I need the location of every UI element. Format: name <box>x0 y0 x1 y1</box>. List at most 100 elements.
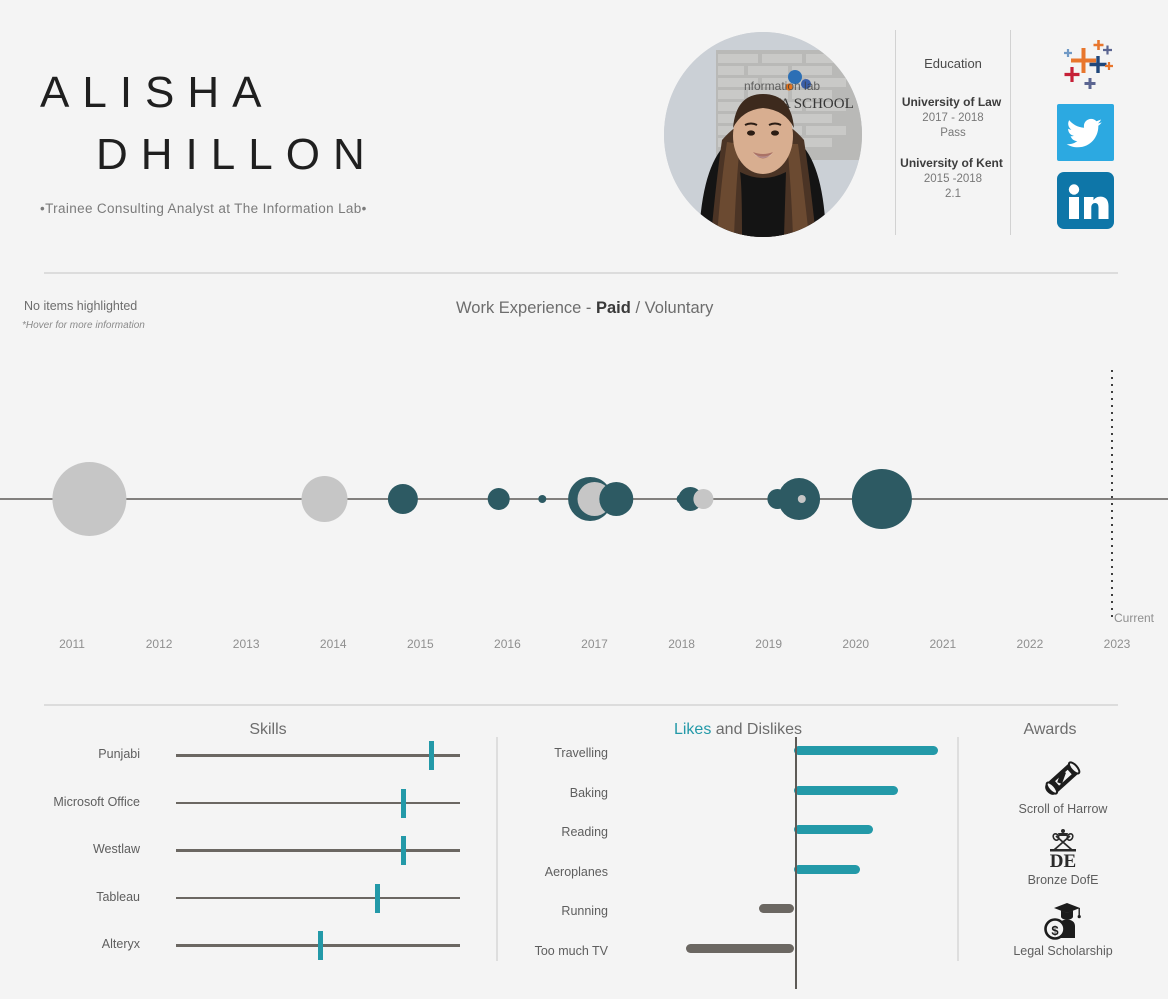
skill-value-marker[interactable] <box>375 883 381 913</box>
year-tick-label: 2017 <box>581 637 608 651</box>
last-name: DHILLON <box>96 130 378 180</box>
timeline-bubble[interactable] <box>693 489 714 509</box>
timeline-bubble[interactable] <box>599 482 634 516</box>
skill-value-marker[interactable] <box>429 741 435 770</box>
year-tick-label: 2020 <box>842 637 870 651</box>
award-item[interactable]: $ Legal Scholarship <box>958 897 1168 958</box>
timeline-bubble[interactable] <box>538 495 547 503</box>
education-title: Education <box>924 56 982 71</box>
dofe-icon: DE <box>1050 829 1076 872</box>
like-bar[interactable] <box>794 825 874 834</box>
header: ALISHA DHILLON •Trainee Consulting Analy… <box>0 0 1168 265</box>
portrait-image: nformation lab DATA SCHOOL <box>664 32 862 237</box>
education-panel: Education University of Law 2017 - 2018 … <box>896 56 1010 217</box>
award-label: Legal Scholarship <box>1013 944 1113 958</box>
job-tagline: •Trainee Consulting Analyst at The Infor… <box>40 200 367 216</box>
education-years: 2017 - 2018 <box>922 112 984 124</box>
education-school: University of Kent <box>900 156 1003 170</box>
like-bar[interactable] <box>794 785 898 795</box>
year-tick-label: 2019 <box>755 637 782 651</box>
like-row[interactable]: Travelling <box>500 737 957 777</box>
like-label: Aeroplanes <box>544 864 608 879</box>
skill-value-marker[interactable] <box>400 788 406 818</box>
timeline-bubble[interactable] <box>487 488 510 510</box>
awards-title: Awards <box>1023 721 1077 738</box>
skill-row[interactable]: Alteryx <box>0 927 470 974</box>
skills-chart[interactable]: Punjabi Microsoft Office Westlaw Tableau Alt… <box>0 737 496 999</box>
profile-photo: nformation lab DATA SCHOOL <box>664 32 862 237</box>
year-tick-label: 2012 <box>145 637 173 651</box>
education-grade: 2.1 <box>945 188 961 200</box>
scroll-icon <box>1045 761 1081 795</box>
education-years: 2015 -2018 <box>923 173 983 185</box>
skill-track <box>176 896 460 899</box>
award-item[interactable]: DE Bronze DofE <box>958 826 1168 887</box>
likes-zero-axis <box>795 737 797 989</box>
like-bar[interactable] <box>794 864 861 874</box>
current-label: Current <box>1114 611 1155 625</box>
name-block: ALISHA DHILLON •Trainee Consulting Analy… <box>38 62 658 216</box>
year-tick-label: 2011 <box>59 637 85 651</box>
tableau-icon[interactable] <box>1057 36 1114 93</box>
timeline-bubble[interactable] <box>851 469 912 529</box>
svg-text:$: $ <box>1051 923 1059 938</box>
svg-text:nformation lab: nformation lab <box>744 79 820 93</box>
twitter-bird-glyph <box>1066 118 1102 148</box>
like-label: Baking <box>569 785 608 800</box>
education-entry: University of Kent 2015 -2018 2.1 <box>896 156 1010 200</box>
timeline-bubble[interactable] <box>797 495 806 503</box>
skill-row[interactable]: Tableau <box>0 880 470 927</box>
divider-bottom <box>44 704 1118 706</box>
linkedin-glyph <box>1068 184 1109 219</box>
like-label: Running <box>561 904 608 918</box>
award-label: Scroll of Harrow <box>1018 802 1108 816</box>
skill-track <box>176 849 460 852</box>
skill-track <box>176 754 460 757</box>
hover-hint: *Hover for more information <box>22 320 145 331</box>
skill-row[interactable]: Westlaw <box>0 832 470 879</box>
dislikes-word: and Dislikes <box>711 721 803 738</box>
social-links <box>1057 36 1117 240</box>
year-tick-label: 2015 <box>406 637 434 651</box>
like-row[interactable]: Reading <box>500 816 957 856</box>
likes-word[interactable]: Likes <box>674 721 711 738</box>
like-row[interactable]: Too much TV <box>500 935 957 975</box>
skill-value-marker[interactable] <box>400 836 406 865</box>
scholarship-icon: $ <box>1044 903 1081 940</box>
likes-dislikes-chart[interactable]: Travelling Baking Reading Aeroplanes Running… <box>500 737 957 999</box>
awards-list: Scroll of Harrow DE Bronze DofE $ Legal … <box>958 755 1168 999</box>
work-title-voluntary[interactable]: Voluntary <box>645 299 714 317</box>
timeline-chart[interactable] <box>0 355 1168 655</box>
like-label: Reading <box>561 825 608 839</box>
education-divider-right <box>1010 30 1011 235</box>
svg-text:DE: DE <box>1050 851 1076 872</box>
like-bar[interactable] <box>794 746 938 755</box>
work-title-prefix: Work Experience - <box>456 299 596 317</box>
skill-value-marker[interactable] <box>318 931 324 960</box>
like-row[interactable]: Aeroplanes <box>500 856 957 896</box>
dislike-bar[interactable] <box>759 904 794 913</box>
twitter-icon[interactable] <box>1057 104 1114 161</box>
linkedin-icon[interactable] <box>1057 172 1114 229</box>
education-school: University of Law <box>901 95 1002 109</box>
skill-track <box>176 801 460 804</box>
like-row[interactable]: Running <box>500 895 957 935</box>
work-experience-timeline[interactable] <box>0 355 1168 655</box>
work-title-sep: / <box>630 299 645 317</box>
first-name: ALISHA <box>40 68 275 117</box>
timeline-bubble[interactable] <box>301 476 348 522</box>
award-item[interactable]: Scroll of Harrow <box>958 755 1168 816</box>
timeline-bubble[interactable] <box>387 484 418 514</box>
work-title-paid[interactable]: Paid <box>596 299 631 317</box>
year-tick-label: 2022 <box>1016 637 1044 651</box>
year-tick-label: 2018 <box>668 637 695 651</box>
timeline-bubble[interactable] <box>52 462 127 536</box>
year-tick-label: 2014 <box>319 637 347 651</box>
skill-row[interactable]: Punjabi <box>0 737 470 784</box>
skill-row[interactable]: Microsoft Office <box>0 785 470 832</box>
year-tick-label: 2023 <box>1103 637 1131 651</box>
panel-divider-1 <box>496 737 498 961</box>
dislike-bar[interactable] <box>686 943 794 953</box>
like-row[interactable]: Baking <box>500 777 957 817</box>
skill-label: Alteryx <box>101 937 140 951</box>
